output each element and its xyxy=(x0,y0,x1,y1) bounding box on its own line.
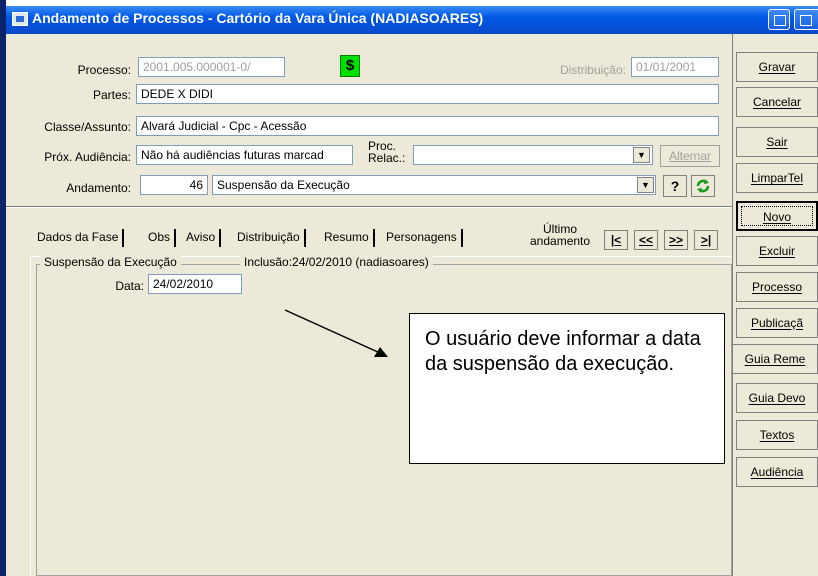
tab-distribuicao[interactable]: Distribuição xyxy=(233,229,306,247)
limpartel-button[interactable]: LimparTel xyxy=(736,163,818,193)
publicacao-button[interactable]: Publicaçã xyxy=(736,308,818,338)
tab-personagens[interactable]: Personagens xyxy=(382,229,463,247)
classe-assunto-field[interactable]: Alvará Judicial - Cpc - Acessão xyxy=(136,116,719,136)
audiencia-button[interactable]: Audiência xyxy=(736,457,818,487)
app-icon xyxy=(12,12,28,26)
partes-label: Partes: xyxy=(92,88,131,102)
processo-button[interactable]: Processo xyxy=(736,272,818,302)
focus-rect xyxy=(741,206,813,226)
fase-group-title: Suspensão da Execução xyxy=(40,255,181,269)
andamento-dropdown-button[interactable]: ▼ xyxy=(637,177,654,193)
separator xyxy=(6,206,734,208)
gravar-button[interactable]: Gravar xyxy=(736,52,818,82)
andamento-combo[interactable]: Suspensão da Execução xyxy=(212,175,656,195)
alternar-button[interactable]: Alternar xyxy=(660,145,720,167)
minimize-button[interactable] xyxy=(768,9,790,30)
proc-relac-combo[interactable] xyxy=(413,145,653,165)
help-button[interactable]: ? xyxy=(663,175,687,197)
andamento-code-field[interactable]: 46 xyxy=(140,175,208,195)
tab-aviso[interactable]: Aviso xyxy=(182,229,222,247)
andamento-label: Andamento: xyxy=(66,181,131,195)
data-label: Data: xyxy=(115,279,144,293)
tab-resumo[interactable]: Resumo xyxy=(320,229,375,247)
cancelar-button[interactable]: Cancelar xyxy=(736,87,818,117)
classe-assunto-label: Classe/Assunto: xyxy=(44,120,131,134)
first-button[interactable]: |< xyxy=(604,230,628,250)
callout-text: O usuário deve informar a data da suspen… xyxy=(425,328,701,375)
distribuicao-label: Distribuição: xyxy=(559,63,626,77)
guia-devolucao-button[interactable]: Guia Devo xyxy=(736,383,818,413)
maximize-button[interactable] xyxy=(794,9,818,30)
refresh-icon xyxy=(696,179,710,193)
excluir-button[interactable]: Excluir xyxy=(736,236,818,266)
annotation-arrow-icon xyxy=(284,309,388,357)
distribuicao-field[interactable]: 01/01/2001 xyxy=(631,57,719,77)
prox-audiencia-label: Próx. Audiência: xyxy=(44,150,131,164)
tab-dados-fase[interactable]: Dados da Fase xyxy=(33,229,125,247)
inclusao-label: Inclusão:24/02/2010 (nadiasoares) xyxy=(240,255,433,269)
next-button[interactable]: >> xyxy=(664,230,688,250)
proc-relac-dropdown-button[interactable]: ▼ xyxy=(633,147,650,163)
data-field[interactable]: 24/02/2010 xyxy=(148,274,242,294)
tab-obs[interactable]: Obs xyxy=(144,229,177,247)
refresh-button[interactable] xyxy=(691,175,715,197)
last-button[interactable]: >| xyxy=(694,230,718,250)
window-title: Andamento de Processos - Cartório da Var… xyxy=(32,10,484,26)
sair-button[interactable]: Sair xyxy=(736,127,818,157)
textos-button[interactable]: Textos xyxy=(736,420,818,450)
dollar-icon[interactable]: $ xyxy=(340,55,360,77)
guia-remessa-button[interactable]: Guia Reme xyxy=(732,344,818,374)
novo-button[interactable]: Novo xyxy=(736,201,818,231)
partes-field[interactable]: DEDE X DIDI xyxy=(136,84,719,104)
proc-relac-label-line2: Relac.: xyxy=(368,151,406,165)
ultimo-label-line2: andamento xyxy=(530,234,591,248)
processo-label: Processo: xyxy=(77,63,131,77)
prox-audiencia-field[interactable]: Não há audiências futuras marcad xyxy=(136,145,353,165)
proc-relac-label: Proc. Relac.: xyxy=(368,140,405,164)
ultimo-andamento-label: Último andamento xyxy=(530,223,590,247)
processo-field[interactable]: 2001.005.000001-0/ xyxy=(138,57,285,77)
previous-button[interactable]: << xyxy=(634,230,658,250)
